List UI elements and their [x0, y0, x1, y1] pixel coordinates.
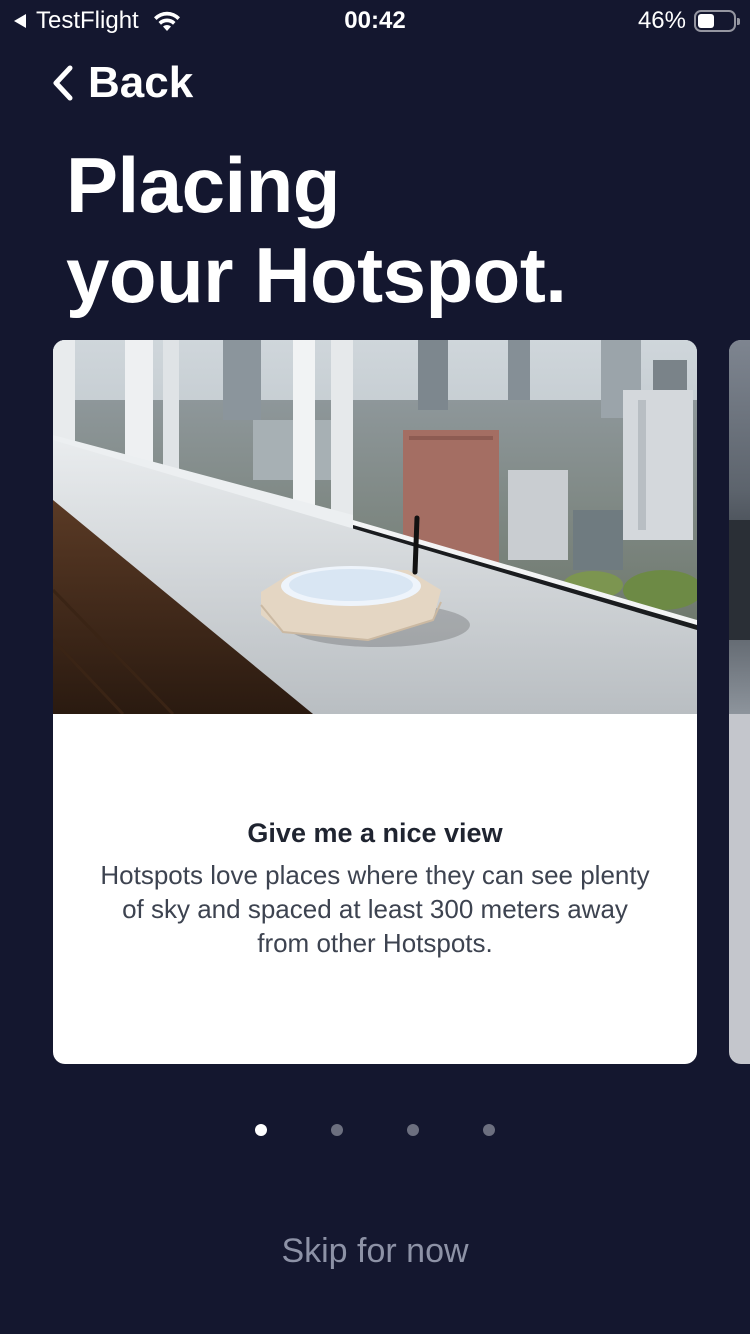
- battery-icon: [694, 10, 740, 32]
- battery-status: 46%: [637, 7, 740, 35]
- card-heading: Give me a nice view: [247, 818, 503, 848]
- page-indicator: [0, 1122, 750, 1138]
- hotspot-window-photo: [53, 340, 697, 714]
- page-dot-3[interactable]: [407, 1124, 419, 1136]
- next-card-photo: [729, 340, 750, 714]
- next-card-preview[interactable]: [729, 340, 750, 1064]
- next-card-photo-detail: [729, 520, 750, 640]
- screen: TestFlight 00:42 46% Back Placing your H…: [0, 0, 750, 1334]
- back-label: Back: [88, 58, 194, 107]
- onboarding-card[interactable]: Give me a nice view Hotspots love places…: [53, 340, 697, 1064]
- chevron-left-icon: [53, 65, 73, 101]
- title-line-1: Placing: [66, 141, 340, 229]
- page-dot-2[interactable]: [331, 1124, 343, 1136]
- card-body: Give me a nice view Hotspots love places…: [53, 714, 697, 1064]
- skip-button[interactable]: Skip for now: [0, 1232, 750, 1271]
- battery-tip: [737, 18, 740, 25]
- back-button[interactable]: Back: [52, 58, 193, 108]
- page-title: Placing your Hotspot.: [66, 140, 706, 320]
- page-dot-1[interactable]: [255, 1124, 267, 1136]
- status-bar: TestFlight 00:42 46%: [0, 0, 750, 40]
- title-line-2: your Hotspot.: [66, 231, 567, 319]
- page-dot-4[interactable]: [483, 1124, 495, 1136]
- battery-percent: 46%: [637, 7, 686, 34]
- card-description: Hotspots love places where they can see …: [100, 860, 650, 958]
- battery-level-fill: [698, 14, 714, 28]
